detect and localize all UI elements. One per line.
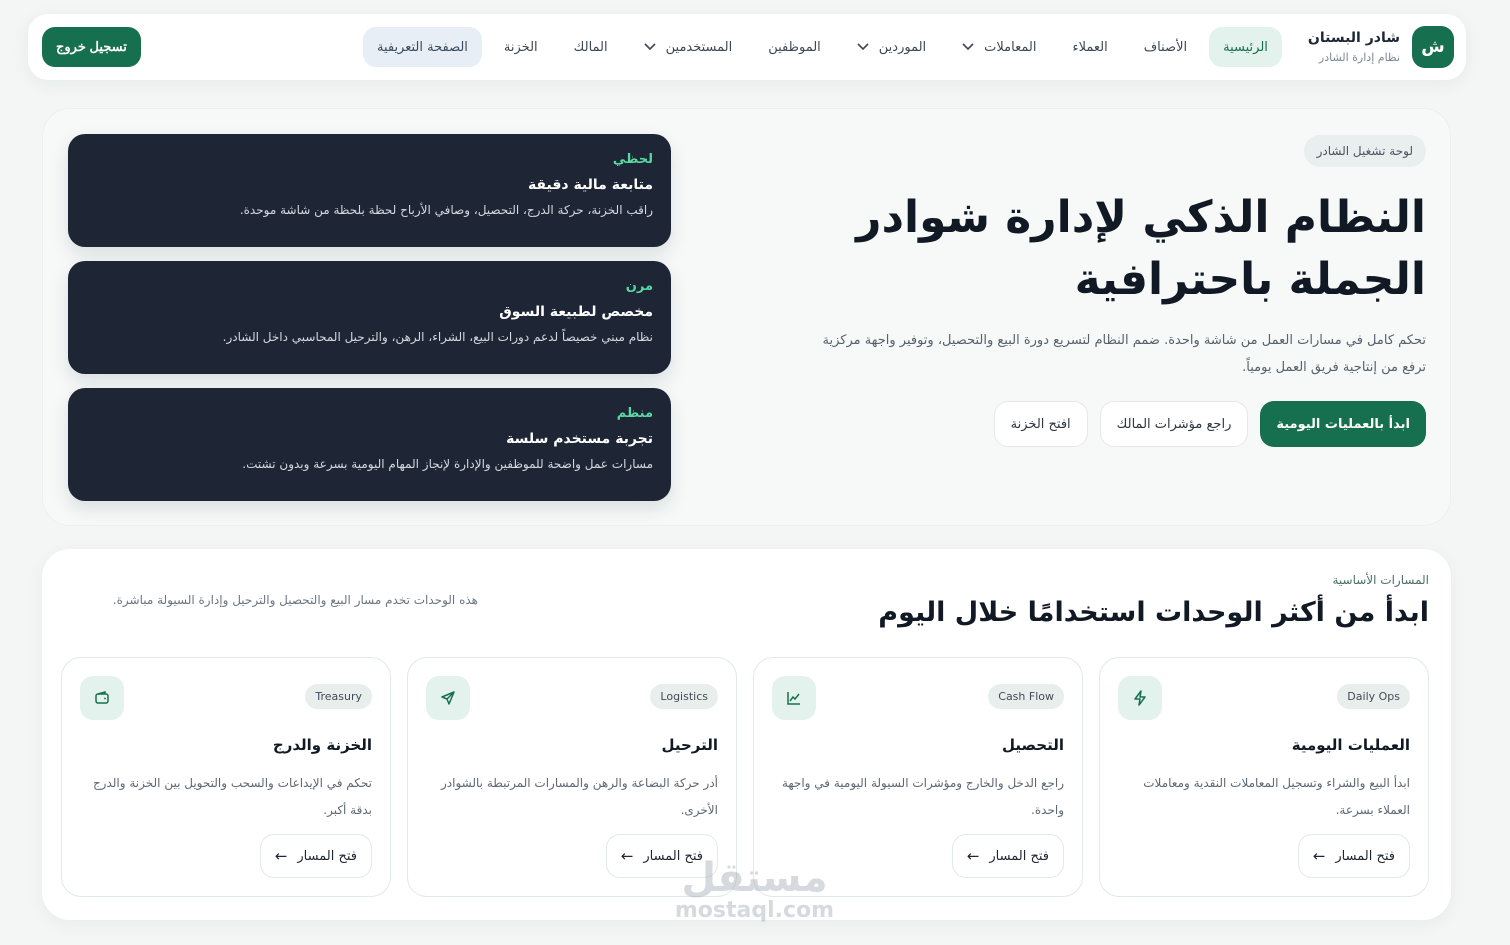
module-title: التحصيل — [1002, 736, 1064, 754]
section-title: ابدأ من أكثر الوحدات استخدامًا خلال اليو… — [878, 597, 1429, 628]
open-path-button[interactable]: فتح المسار ← — [951, 834, 1064, 878]
feature-tag: لحظي — [612, 152, 653, 167]
module-badge: Logistics — [650, 684, 718, 709]
chevron-down-icon — [962, 41, 974, 54]
owner-indicators-button[interactable]: راجع مؤشرات المالك — [1099, 401, 1249, 447]
nav-item-transactions[interactable]: المعاملات — [948, 27, 1050, 67]
nav-item-customers[interactable]: العملاء — [1058, 27, 1121, 67]
nav-item-label: الموردين — [878, 39, 927, 55]
open-path-button[interactable]: فتح المسار ← — [1297, 834, 1410, 878]
arrow-left-icon: ← — [620, 847, 634, 865]
open-path-button[interactable]: فتح المسار ← — [259, 834, 372, 878]
button-label: فتح المسار — [989, 848, 1049, 864]
nav-item-treasury[interactable]: الخزنة — [490, 27, 552, 67]
arrow-left-icon: ← — [1312, 847, 1326, 865]
module-description: تحكم في الإيداعات والسحب والتحويل بين ال… — [92, 776, 372, 817]
nav-item-label: المستخدمين — [665, 39, 733, 55]
nav-item-label: الصفحة التعريفية — [376, 39, 468, 55]
module-description: أدر حركة البضاعة والرهن والمسارات المرتب… — [440, 776, 718, 817]
hero-description: تحكم كامل في مسارات العمل من شاشة واحدة.… — [822, 333, 1426, 375]
nav-item-label: الأصناف — [1143, 39, 1188, 55]
watermark: مستقل mostaql.com — [662, 858, 847, 923]
chevron-down-icon — [857, 41, 869, 54]
module-description: ابدأ البيع والشراء وتسجيل المعاملات النق… — [1143, 776, 1410, 817]
hero-title: النظام الذكي لإدارة شوادر الجملة باحتراف… — [856, 192, 1426, 305]
nav-item-home[interactable]: الرئيسية — [1209, 27, 1282, 67]
nav-item-landing-page[interactable]: الصفحة التعريفية — [362, 27, 482, 67]
nav-item-owner[interactable]: المالك — [560, 27, 622, 67]
chevron-down-icon — [644, 41, 656, 54]
nav-item-label: المعاملات — [984, 39, 1037, 55]
brand-subtitle: نظام إدارة الشادر — [1318, 51, 1400, 64]
module-title: العمليات اليومية — [1291, 736, 1410, 754]
logout-button[interactable]: تسجيل خروج — [42, 27, 141, 67]
module-title: الخزنة والدرج — [272, 736, 372, 754]
bolt-icon — [1118, 676, 1162, 720]
top-navbar: ش شادر البستان نظام إدارة الشادر الرئيسي… — [28, 14, 1466, 80]
nav-item-label: الرئيسية — [1223, 39, 1268, 55]
wallet-icon — [80, 676, 124, 720]
send-icon — [426, 676, 470, 720]
hero-content: لوحة تشغيل الشادر النظام الذكي لإدارة شو… — [806, 135, 1426, 447]
nav-item-items[interactable]: الأصناف — [1130, 27, 1201, 67]
watermark-latin: mostaql.com — [674, 898, 835, 923]
feature-card-realtime: لحظي متابعة مالية دقيقة راقب الخزنة، حرك… — [68, 134, 671, 247]
nav-item-users[interactable]: المستخدمين — [630, 27, 747, 67]
feature-tag: مرن — [625, 279, 653, 294]
button-label: فتح المسار — [297, 848, 357, 864]
nav-item-label: الخزنة — [503, 39, 538, 55]
section-kicker: المسارات الأساسية — [1332, 573, 1429, 587]
module-card-daily-ops: Daily Ops العمليات اليومية ابدأ البيع وا… — [1099, 657, 1429, 897]
module-description: راجع الدخل والخارج ومؤشرات السيولة اليوم… — [781, 776, 1064, 817]
brand-text: شادر البستان نظام إدارة الشادر — [1308, 30, 1400, 64]
feature-title: تجربة مستخدم سلسة — [506, 431, 653, 447]
brand-logo: ش — [1412, 26, 1454, 68]
feature-card-flexible: مرن مخصص لطبيعة السوق نظام مبني خصيصاً ل… — [68, 261, 671, 374]
feature-cards: لحظي متابعة مالية دقيقة راقب الخزنة، حرك… — [68, 134, 671, 501]
open-treasury-button[interactable]: افتح الخزنة — [993, 401, 1088, 447]
hero-actions: ابدأ بالعمليات اليومية راجع مؤشرات المال… — [806, 401, 1426, 447]
nav-item-label: المالك — [573, 39, 608, 55]
hero-pill: لوحة تشغيل الشادر — [1303, 135, 1426, 167]
module-badge: Cash Flow — [988, 684, 1064, 709]
brand[interactable]: ش شادر البستان نظام إدارة الشادر — [1308, 26, 1454, 68]
feature-tag: منظم — [616, 406, 653, 421]
arrow-left-icon: ← — [274, 847, 288, 865]
feature-description: نظام مبني خصيصاً لدعم دورات البيع، الشرا… — [222, 330, 653, 344]
nav-item-label: الموظفين — [768, 39, 821, 55]
feature-description: مسارات عمل واضحة للموظفين والإدارة لإنجا… — [242, 457, 653, 471]
hero-panel: لوحة تشغيل الشادر النظام الذكي لإدارة شو… — [42, 108, 1451, 526]
main-nav: الرئيسية الأصناف العملاء المعاملات المور… — [42, 27, 1282, 67]
arrow-left-icon: ← — [966, 847, 980, 865]
feature-title: متابعة مالية دقيقة — [527, 177, 653, 193]
feature-description: راقب الخزنة، حركة الدرج، التحصيل، وصافي … — [239, 203, 653, 217]
module-title: الترحيل — [661, 736, 718, 754]
button-label: فتح المسار — [1335, 848, 1395, 864]
nav-item-suppliers[interactable]: الموردين — [843, 27, 940, 67]
nav-item-employees[interactable]: الموظفين — [754, 27, 835, 67]
module-card-treasury: Treasury الخزنة والدرج تحكم في الإيداعات… — [61, 657, 391, 897]
trend-chart-icon — [772, 676, 816, 720]
watermark-arabic: مستقل — [681, 855, 828, 901]
section-description: هذه الوحدات تخدم مسار البيع والتحصيل وال… — [112, 593, 478, 607]
nav-item-label: العملاء — [1072, 39, 1108, 55]
start-daily-ops-button[interactable]: ابدأ بالعمليات اليومية — [1260, 401, 1426, 447]
module-badge: Treasury — [305, 684, 372, 709]
feature-title: مخصص لطبيعة السوق — [499, 304, 653, 320]
brand-name: شادر البستان — [1307, 30, 1400, 46]
feature-card-organized: منظم تجربة مستخدم سلسة مسارات عمل واضحة … — [68, 388, 671, 501]
module-badge: Daily Ops — [1337, 684, 1410, 709]
